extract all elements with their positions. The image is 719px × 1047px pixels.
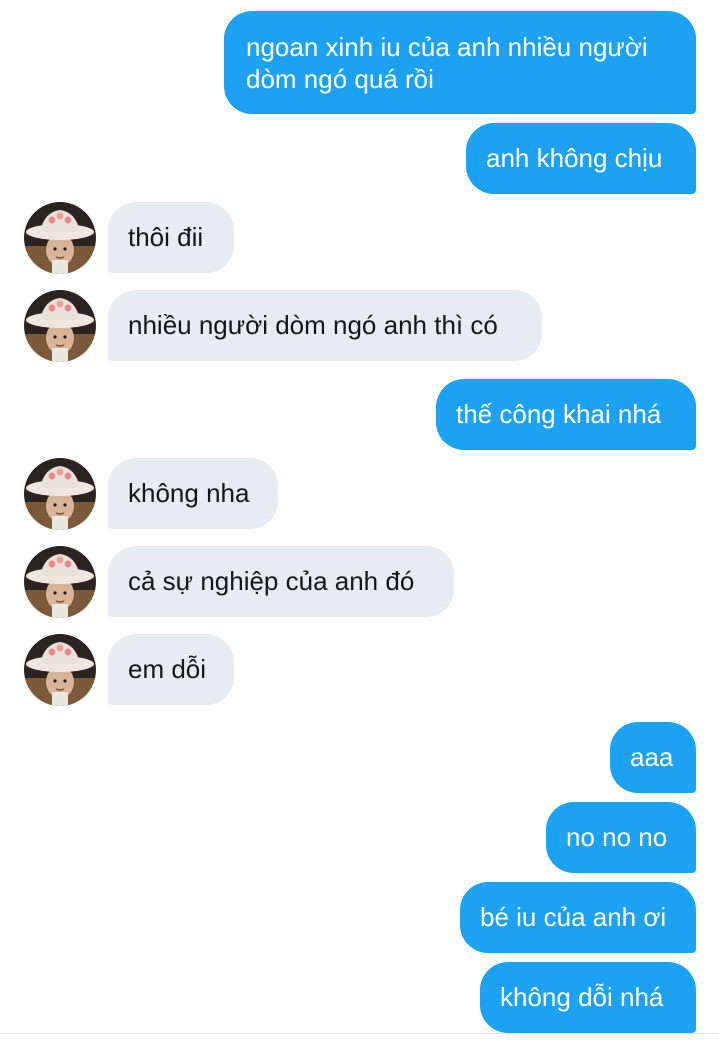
outgoing-message[interactable]: aaa — [610, 722, 696, 793]
conversation-thread: ngoan xinh iu của anh nhiều người dòm ng… — [0, 0, 719, 1047]
avatar-image — [24, 634, 96, 706]
outgoing-message[interactable]: no no no — [546, 802, 696, 873]
message-text: nhiều người dòm ngó anh thì có — [128, 310, 498, 340]
message-text: bé iu của anh ơi — [480, 902, 667, 932]
user-avatar-icon[interactable] — [24, 546, 96, 618]
message-text: không nha — [128, 478, 250, 508]
avatar-image — [24, 458, 96, 530]
user-avatar-icon[interactable] — [24, 458, 96, 530]
avatar-image — [24, 202, 96, 274]
outgoing-message[interactable]: không dỗi nhá — [480, 962, 696, 1033]
message-text: anh không chịu — [486, 143, 663, 173]
user-avatar-icon[interactable] — [24, 634, 96, 706]
incoming-message[interactable]: thôi đii — [108, 202, 234, 273]
user-avatar-icon[interactable] — [24, 202, 96, 274]
avatar-image — [24, 290, 96, 362]
message-text: ngoan xinh iu của anh nhiều người dòm ng… — [246, 32, 648, 94]
outgoing-message[interactable]: ngoan xinh iu của anh nhiều người dòm ng… — [224, 11, 696, 114]
avatar-image — [24, 546, 96, 618]
outgoing-message[interactable]: anh không chịu — [466, 123, 696, 194]
message-text: no no no — [566, 822, 668, 852]
outgoing-message[interactable]: bé iu của anh ơi — [460, 882, 696, 953]
incoming-message[interactable]: nhiều người dòm ngó anh thì có — [108, 290, 542, 361]
incoming-message[interactable]: không nha — [108, 458, 278, 529]
message-text: cả sự nghiệp của anh đó — [128, 566, 415, 596]
message-text: thôi đii — [128, 222, 204, 252]
incoming-message[interactable]: cả sự nghiệp của anh đó — [108, 546, 454, 617]
message-text: không dỗi nhá — [500, 982, 664, 1012]
user-avatar-icon[interactable] — [24, 290, 96, 362]
divider — [0, 1033, 719, 1034]
message-text: em dỗi — [128, 654, 207, 684]
outgoing-message[interactable]: thế công khai nhá — [436, 379, 696, 450]
message-text: aaa — [630, 742, 674, 772]
message-text: thế công khai nhá — [456, 399, 662, 429]
incoming-message[interactable]: em dỗi — [108, 634, 234, 705]
